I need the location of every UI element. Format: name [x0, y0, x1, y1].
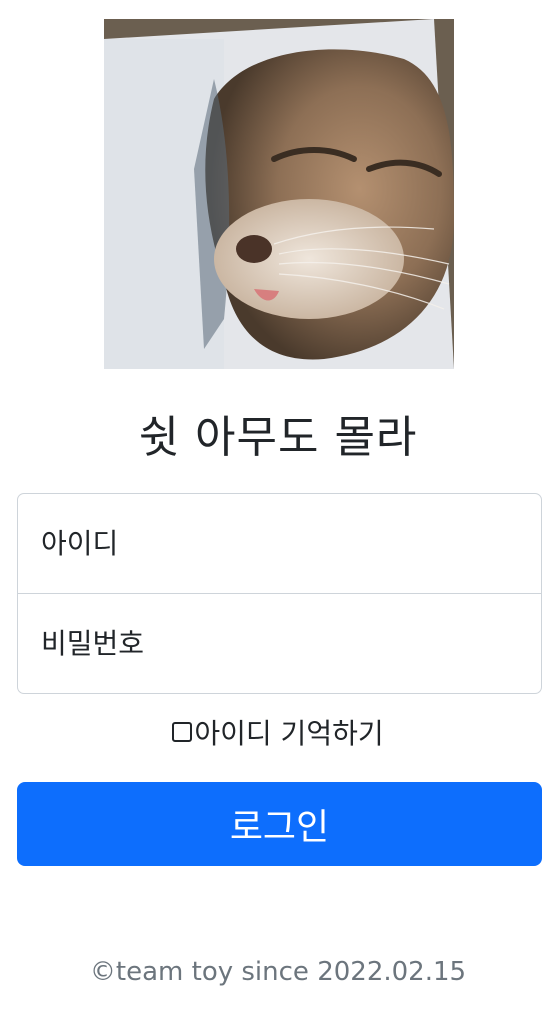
cat-photo-illustration — [104, 19, 454, 369]
cat-photo — [104, 19, 454, 369]
login-button[interactable]: 로그인 — [17, 782, 542, 866]
id-field[interactable] — [18, 494, 541, 593]
remember-id-row[interactable]: 아이디 기억하기 — [0, 710, 556, 754]
login-page: 쉿 아무도 몰라 아이디 기억하기 로그인 ©team toy since 20… — [0, 0, 556, 1032]
page-title: 쉿 아무도 몰라 — [138, 412, 418, 463]
remember-id-label: 아이디 기억하기 — [194, 717, 384, 750]
password-field[interactable] — [18, 593, 541, 692]
login-form — [17, 493, 542, 694]
footer-copyright: ©team toy since 2022.02.15 — [89, 957, 467, 987]
remember-id-checkbox[interactable] — [172, 722, 193, 742]
